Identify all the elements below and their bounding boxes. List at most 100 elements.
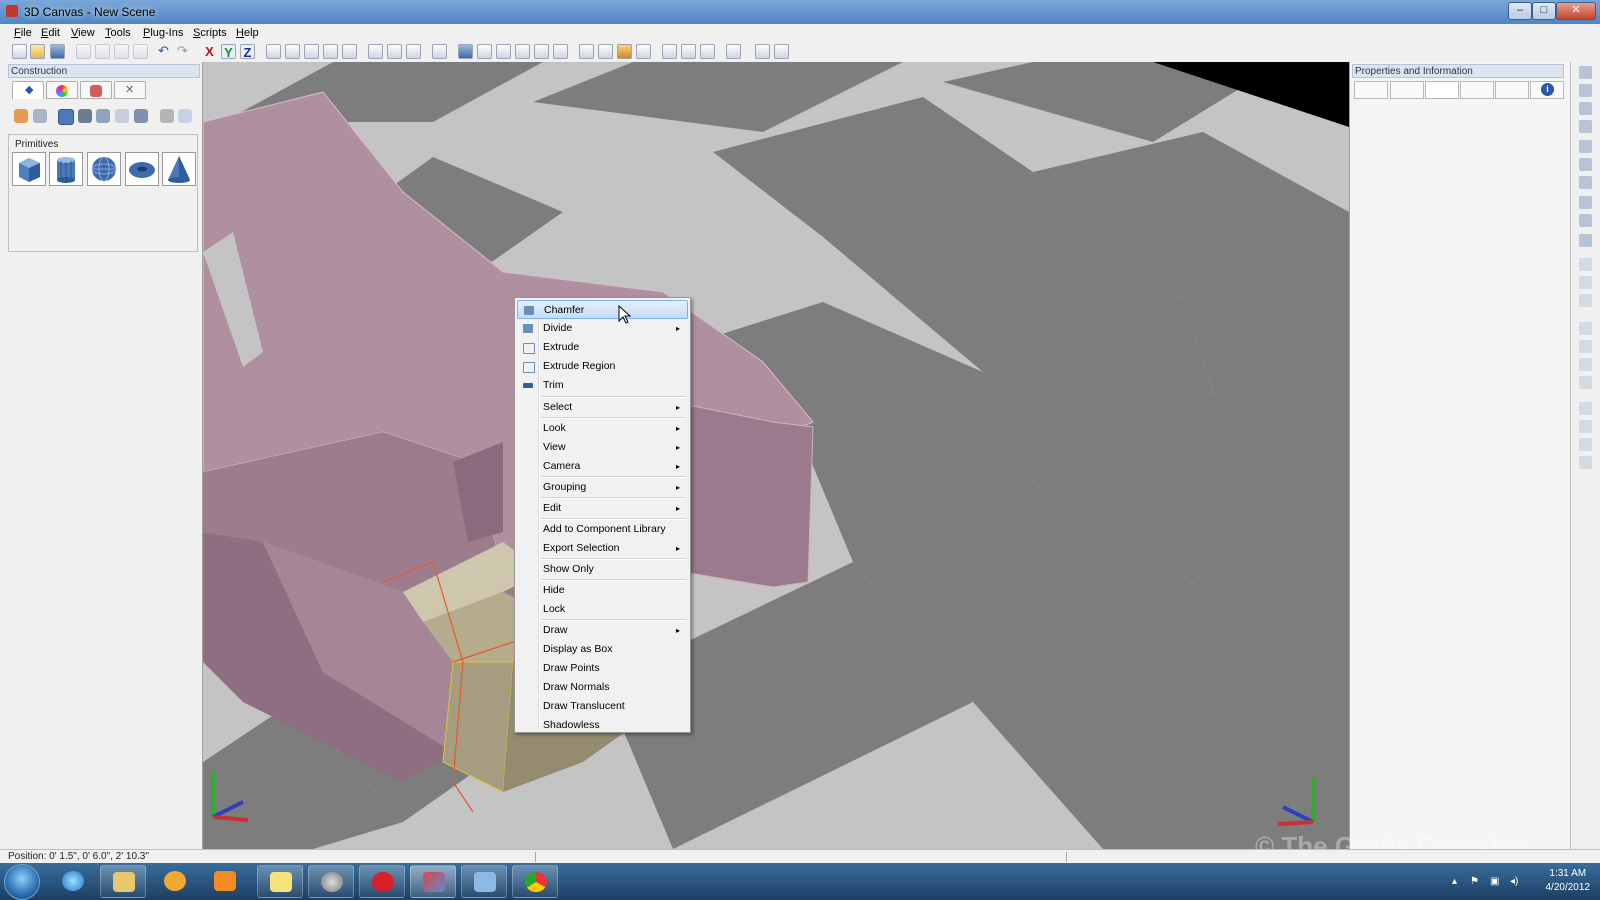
weld-icon[interactable] (1579, 340, 1592, 353)
menu-item-draw-normals[interactable]: Draw Normals (517, 678, 688, 697)
knife-icon[interactable] (1579, 402, 1592, 415)
component-icon[interactable] (14, 109, 28, 123)
pin-icon[interactable] (636, 44, 651, 59)
paint-select-icon[interactable] (406, 44, 421, 59)
menu-help[interactable]: Help (236, 27, 259, 39)
eyedropper-icon[interactable] (1579, 214, 1592, 227)
menu-item-camera[interactable]: Camera ▸ (517, 457, 688, 476)
undo-icon[interactable]: ↶ (158, 44, 173, 59)
snap-icon[interactable] (432, 44, 447, 59)
copy-icon[interactable] (95, 44, 110, 59)
box-select-icon[interactable] (1579, 84, 1592, 97)
camera-mode-icon[interactable] (515, 44, 530, 59)
move-icon[interactable] (1579, 234, 1592, 247)
render-icon[interactable] (662, 44, 677, 59)
zoom-selected-icon[interactable] (285, 44, 300, 59)
media-player-icon[interactable] (202, 865, 248, 898)
copy-tool-icon[interactable] (1579, 456, 1592, 469)
ruler-icon[interactable] (598, 44, 613, 59)
brush-icon[interactable] (1579, 176, 1592, 189)
menu-item-chamfer[interactable]: Chamfer (517, 300, 688, 319)
menu-item-view[interactable]: View ▸ (517, 438, 688, 457)
menu-item-hide[interactable]: Hide (517, 581, 688, 600)
open-folder-icon[interactable] (30, 44, 45, 59)
torus-icon[interactable] (125, 152, 159, 186)
cube-icon[interactable] (12, 152, 46, 186)
light-mode-icon[interactable] (534, 44, 549, 59)
tab-navigate[interactable]: ◆ (12, 81, 44, 99)
zoom-in-icon[interactable] (304, 44, 319, 59)
face-mode-icon[interactable] (477, 44, 492, 59)
layers-icon[interactable] (700, 44, 715, 59)
lasso-select-icon[interactable] (387, 44, 402, 59)
light-bulb-icon[interactable] (115, 109, 129, 123)
sphere-icon[interactable] (87, 152, 121, 186)
tab-animation[interactable] (1460, 81, 1494, 99)
pointer-icon[interactable] (1579, 66, 1592, 79)
cone-icon[interactable] (162, 152, 196, 186)
file-explorer-icon[interactable] (100, 865, 146, 898)
action-center-flag-icon[interactable]: ⚑ (1470, 876, 1480, 887)
paste-icon[interactable] (114, 44, 129, 59)
fill-icon[interactable] (1579, 196, 1592, 209)
save-icon[interactable] (50, 44, 65, 59)
sticky-notes-icon[interactable] (257, 865, 303, 898)
grid-icon[interactable] (579, 44, 594, 59)
zoom-window-icon[interactable] (342, 44, 357, 59)
menu-item-divide[interactable]: Divide ▸ (517, 319, 688, 338)
menu-plugins[interactable]: Plug-Ins (143, 27, 183, 39)
scene-canvas[interactable] (203, 62, 1349, 849)
shape-tool-icon[interactable] (96, 109, 110, 123)
object-mode-icon[interactable] (458, 44, 473, 59)
menu-item-trim[interactable]: Trim (517, 376, 688, 395)
help-icon[interactable] (774, 44, 789, 59)
tab-render[interactable] (1495, 81, 1529, 99)
cylinder-icon[interactable] (49, 152, 83, 186)
internet-explorer-icon[interactable] (50, 865, 96, 898)
chrome-icon[interactable] (512, 865, 558, 898)
web-globe-icon[interactable] (308, 865, 354, 898)
menu-item-edit[interactable]: Edit ▸ (517, 499, 688, 518)
bevel-icon[interactable] (1579, 420, 1592, 433)
tray-arrow-icon[interactable]: ▴ (1452, 876, 1462, 887)
zoom-extents-icon[interactable] (266, 44, 281, 59)
network-icon[interactable]: ▣ (1490, 876, 1500, 887)
media-app-icon[interactable] (152, 865, 198, 898)
volume-icon[interactable]: ◂) (1510, 876, 1520, 887)
align-icon[interactable] (1579, 276, 1592, 289)
color-icon[interactable] (617, 44, 632, 59)
select-mode-icon[interactable] (368, 44, 383, 59)
start-button[interactable] (4, 864, 40, 900)
z-axis-toggle[interactable]: Z (240, 44, 255, 60)
minimize-button[interactable]: – (1508, 2, 1532, 20)
tab-textures[interactable] (80, 81, 112, 99)
subdivide-icon[interactable] (1579, 358, 1592, 371)
primitives-icon[interactable] (58, 109, 74, 125)
video-icon[interactable] (78, 109, 92, 123)
delete-icon[interactable] (133, 44, 148, 59)
zoom-out-icon[interactable] (323, 44, 338, 59)
menu-item-draw-points[interactable]: Draw Points (517, 659, 688, 678)
redo-icon[interactable]: ↷ (177, 44, 192, 59)
image-icon[interactable] (681, 44, 696, 59)
cut-icon[interactable] (76, 44, 91, 59)
menu-item-display-as-box[interactable]: Display as Box (517, 640, 688, 659)
3d-canvas-icon[interactable] (410, 865, 456, 898)
tab-scene[interactable] (1425, 81, 1459, 99)
menu-tools[interactable]: Tools (105, 27, 131, 39)
scale-icon[interactable] (1579, 258, 1592, 271)
y-axis-toggle[interactable]: Y (221, 44, 236, 60)
menu-item-shadowless[interactable]: Shadowless (517, 716, 688, 735)
smooth-icon[interactable] (1579, 322, 1592, 335)
menu-item-extrude[interactable]: Extrude (517, 338, 688, 357)
menu-scripts[interactable]: Scripts (193, 27, 227, 39)
menu-file[interactable]: File (14, 27, 32, 39)
close-button[interactable]: ✕ (1556, 2, 1596, 20)
menu-item-export-selection[interactable]: Export Selection ▸ (517, 539, 688, 558)
rotate-icon[interactable] (1579, 120, 1592, 133)
menu-item-select[interactable]: Select ▸ (517, 398, 688, 417)
x-axis-toggle[interactable]: X (202, 44, 217, 59)
mirror-icon[interactable] (1579, 294, 1592, 307)
red-app-icon[interactable] (359, 865, 405, 898)
tab-hierarchy[interactable] (1354, 81, 1388, 99)
